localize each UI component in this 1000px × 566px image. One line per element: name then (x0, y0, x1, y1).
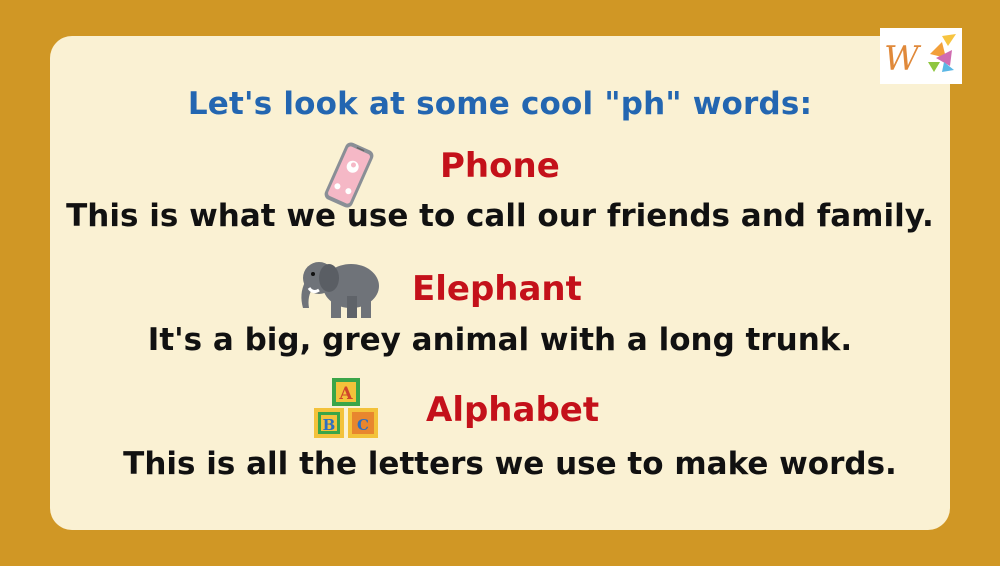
block-letter-b: B (323, 416, 336, 434)
logo-icon: W (880, 28, 962, 84)
word-alphabet: Alphabet (426, 390, 600, 430)
description-alphabet: This is all the letters we use to make w… (123, 446, 897, 482)
description-phone: This is what we use to call our friends … (66, 198, 934, 234)
page-heading: Let's look at some cool "ph" words: (187, 86, 813, 122)
word-elephant: Elephant (412, 269, 582, 309)
block-letter-a: A (338, 384, 353, 404)
word-phone: Phone (440, 146, 560, 186)
block-letter-c: C (357, 416, 369, 434)
logo-letter: W (884, 39, 922, 79)
elephant-icon (295, 250, 385, 322)
alphabet-blocks-icon: A B C (312, 376, 384, 442)
description-elephant: It's a big, grey animal with a long trun… (147, 322, 853, 358)
